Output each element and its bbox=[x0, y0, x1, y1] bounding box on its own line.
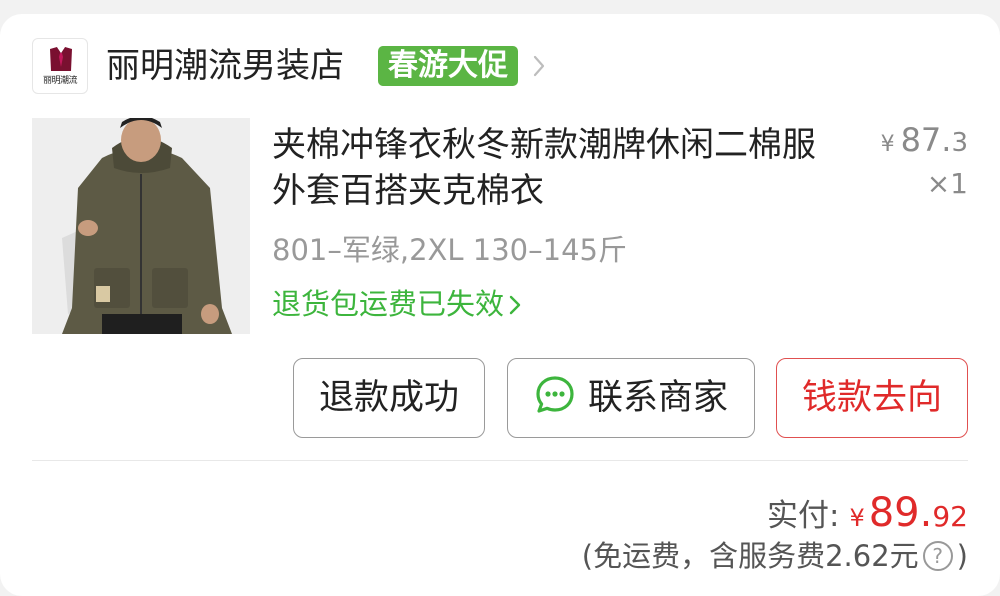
refund-success-button[interactable]: 退款成功 bbox=[293, 358, 485, 438]
section-divider bbox=[32, 460, 968, 461]
promo-badge[interactable]: 春游大促 bbox=[378, 46, 518, 86]
fee-note-close: ) bbox=[956, 539, 968, 573]
product-image[interactable] bbox=[32, 118, 250, 334]
paid-label: 实付: bbox=[767, 498, 840, 534]
suit-tie-logo-icon bbox=[50, 47, 72, 71]
product-title[interactable]: 夹棉冲锋衣秋冬新款潮牌休闲二棉服外套百搭夹克棉衣 bbox=[272, 122, 842, 214]
chat-bubble-icon bbox=[536, 376, 574, 413]
fee-note: (免运费，含服务费2.62元?) bbox=[582, 534, 968, 578]
fee-note-text: (免运费，含服务费2.62元 bbox=[581, 539, 919, 573]
shop-name[interactable]: 丽明潮流男装店 bbox=[106, 42, 344, 90]
paid-decimal: 92 bbox=[932, 500, 968, 533]
question-circle-icon[interactable]: ? bbox=[922, 541, 953, 571]
price-currency: ¥ bbox=[880, 132, 895, 157]
contact-merchant-label: 联系商家 bbox=[587, 378, 728, 418]
paid-currency: ¥ bbox=[849, 504, 865, 532]
chevron-right-icon[interactable] bbox=[532, 54, 546, 78]
money-destination-button[interactable]: 钱款去向 bbox=[776, 358, 968, 438]
product-quantity: ×1 bbox=[926, 167, 968, 200]
price-decimal: 3 bbox=[951, 128, 968, 158]
chevron-right-green-icon bbox=[509, 295, 521, 315]
jacket-photo-icon bbox=[32, 118, 250, 334]
paid-integer: 89. bbox=[868, 490, 933, 536]
price-integer: 87. bbox=[900, 121, 952, 159]
return-shipping-insurance[interactable]: 退货包运费已失效 bbox=[272, 284, 522, 324]
contact-merchant-button[interactable]: 联系商家 bbox=[507, 358, 755, 438]
product-price: ¥87.3 bbox=[881, 120, 968, 165]
shop-logo[interactable]: 丽明潮流 bbox=[32, 38, 88, 94]
shop-logo-text: 丽明潮流 bbox=[42, 76, 78, 86]
product-spec: 801–军绿,2XL 130–145斤 bbox=[272, 233, 627, 267]
insurance-text: 退货包运费已失效 bbox=[272, 287, 505, 321]
